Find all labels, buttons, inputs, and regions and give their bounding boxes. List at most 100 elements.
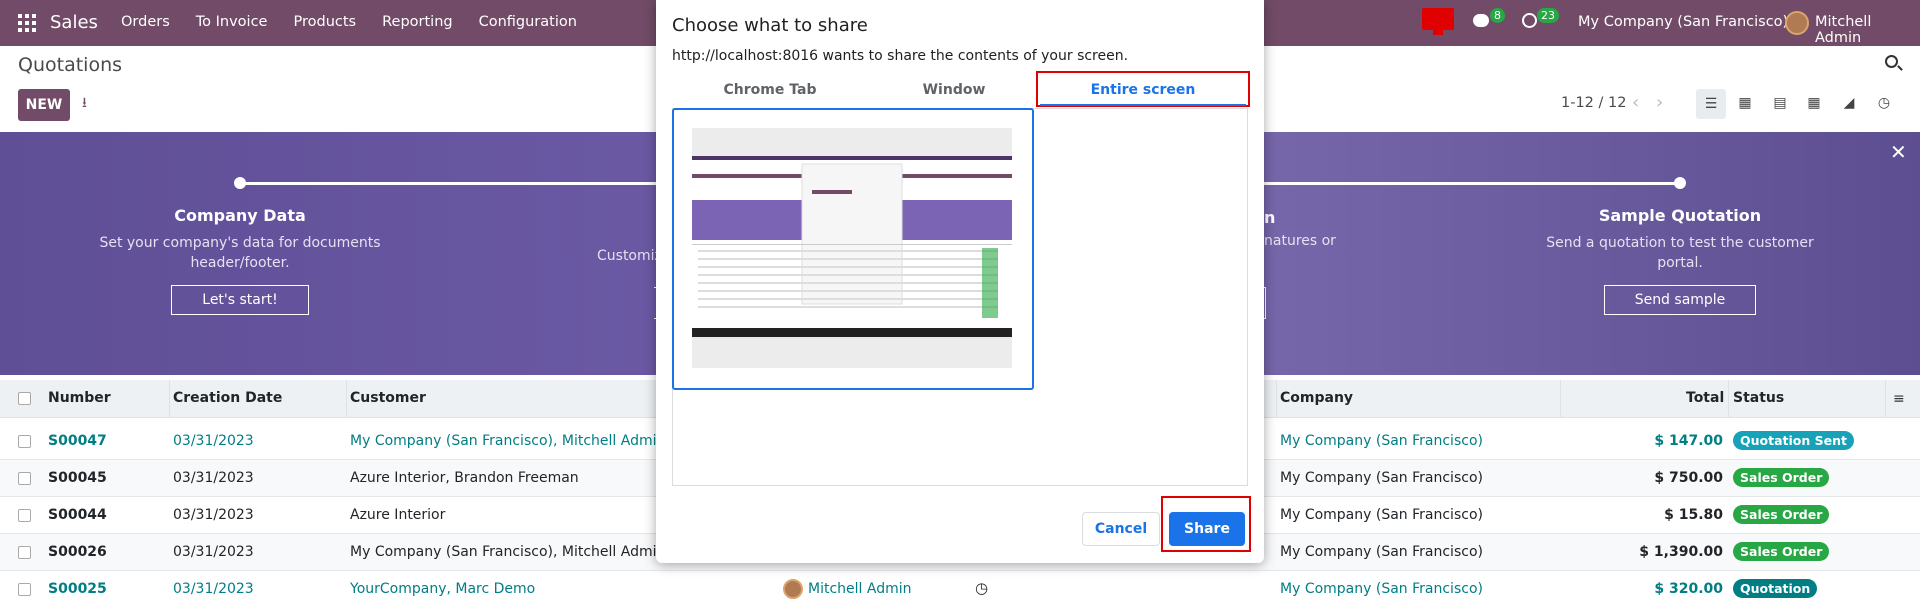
tab-window[interactable]: Window [864,82,1044,98]
pivot-view-icon[interactable]: ▦ [1803,92,1825,114]
kanban-view-icon[interactable]: ▦ [1734,92,1756,114]
pager-value[interactable]: 1-12 / 12 [1561,95,1626,111]
screen-thumbnail-graphic [692,128,1012,368]
row-checkbox[interactable] [18,509,31,522]
order-total: $ 750.00 [1654,470,1723,486]
tab-chrome-tab[interactable]: Chrome Tab [680,82,860,98]
salesperson-name: Mitchell Admin [808,581,912,597]
step-title: Company Data [174,206,306,225]
creation-date: 03/31/2023 [173,507,254,523]
header-status[interactable]: Status [1733,390,1784,406]
customer-name: Azure Interior, Brandon Freeman [350,470,579,486]
order-number[interactable]: S00045 [48,470,107,486]
step-fragment-button[interactable] [1264,287,1266,319]
status-badge: Sales Order [1733,468,1830,487]
order-number[interactable]: S00025 [48,581,107,597]
send-sample-button[interactable]: Send sample [1603,285,1757,315]
page-title: Quotations [18,54,123,76]
order-total: $ 147.00 [1654,433,1723,449]
row-checkbox[interactable] [18,583,31,596]
company-name: My Company (San Francisco) [1280,507,1483,523]
step-dot-sample [1674,177,1686,189]
cancel-button[interactable]: Cancel [1082,512,1160,546]
menu-products[interactable]: Products [293,14,356,30]
menu-orders[interactable]: Orders [121,14,170,30]
customer-name: Azure Interior [350,507,446,523]
pager-prev-icon[interactable]: ‹ [1632,92,1639,113]
select-all-checkbox[interactable] [18,392,31,405]
screen-share-icon[interactable] [1422,8,1454,35]
column-divider [1276,380,1277,418]
menu-to-invoice[interactable]: To Invoice [196,14,268,30]
menu-reporting[interactable]: Reporting [382,14,453,30]
download-icon[interactable]: ⭳ [82,96,94,110]
step-sample-quotation: Sample Quotation Send a quotation to tes… [1530,206,1830,315]
step-dot-company [234,177,246,189]
status-badge: Quotation Sent [1733,431,1854,450]
creation-date: 03/31/2023 [173,544,254,560]
menu-configuration[interactable]: Configuration [479,14,577,30]
user-menu[interactable]: Mitchell Admin [1815,14,1920,46]
company-name: My Company (San Francisco) [1280,433,1483,449]
step-text: Set your company's data for documents he… [99,235,381,271]
chat-count-badge: 8 [1490,8,1505,23]
step-text: Send a quotation to test the customer po… [1546,235,1814,271]
order-number[interactable]: S00047 [48,433,107,449]
header-company[interactable]: Company [1280,390,1353,406]
status-badge: Quotation [1733,579,1818,598]
header-creation-date[interactable]: Creation Date [173,390,282,406]
graph-view-icon[interactable]: ◢ [1838,92,1860,114]
creation-date: 03/31/2023 [173,581,254,597]
company-name: My Company (San Francisco) [1280,544,1483,560]
step-fragment-text: Customiz [597,248,662,264]
share-button[interactable]: Share [1169,512,1245,546]
row-checkbox[interactable] [18,472,31,485]
share-screen-dialog: Choose what to share http://localhost:80… [656,0,1264,563]
close-icon[interactable]: ✕ [1890,140,1907,164]
header-customer[interactable]: Customer [350,390,426,406]
user-avatar[interactable] [1785,11,1809,35]
company-switcher[interactable]: My Company (San Francisco) [1578,14,1788,30]
order-total: $ 1,390.00 [1639,544,1723,560]
table-row[interactable]: S00025 03/31/2023 YourCompany, Marc Demo… [0,571,1920,600]
app-brand[interactable]: Sales [50,12,98,33]
step-title: Sample Quotation [1598,206,1762,225]
order-total: $ 320.00 [1654,581,1723,597]
search-icon[interactable] [1885,55,1898,68]
company-name: My Company (San Francisco) [1280,581,1483,597]
company-name: My Company (San Francisco) [1280,470,1483,486]
dialog-title: Choose what to share [672,15,868,36]
step-company-data: Company Data Set your company's data for… [90,206,390,315]
main-menu: Orders To Invoice Products Reporting Con… [121,14,577,30]
salesperson-avatar [783,579,803,599]
selected-tab-indicator [1040,104,1246,106]
new-button[interactable]: NEW [18,89,70,121]
entire-screen-highlight [1036,71,1250,107]
step-fragment-text: natures or [1264,233,1336,249]
activity-clock-icon[interactable]: ◷ [975,579,988,597]
activity-view-icon[interactable]: ◷ [1873,92,1895,114]
chat-icon[interactable] [1473,14,1489,27]
pager-next-icon[interactable]: › [1656,92,1663,113]
header-number[interactable]: Number [48,390,111,406]
order-number[interactable]: S00044 [48,507,107,523]
column-divider [1728,380,1729,418]
row-checkbox[interactable] [18,546,31,559]
apps-menu-icon[interactable] [18,14,36,32]
row-checkbox[interactable] [18,435,31,448]
customer-name: YourCompany, Marc Demo [350,581,536,597]
order-number[interactable]: S00026 [48,544,107,560]
customer-name: My Company (San Francisco), Mitchell Adm… [350,544,666,560]
column-divider [1885,380,1886,418]
status-badge: Sales Order [1733,542,1830,561]
list-view-icon[interactable]: ☰ [1696,89,1726,119]
column-divider [1560,380,1561,418]
dialog-subtitle: http://localhost:8016 wants to share the… [672,48,1129,64]
screen-thumbnail [692,128,1012,368]
calendar-view-icon[interactable]: ▤ [1769,92,1791,114]
header-total[interactable]: Total [1686,390,1724,406]
column-divider [169,380,170,418]
optional-columns-icon[interactable]: ≡ [1893,391,1905,407]
activity-clock-icon[interactable] [1522,13,1537,28]
lets-start-button[interactable]: Let's start! [171,285,309,315]
